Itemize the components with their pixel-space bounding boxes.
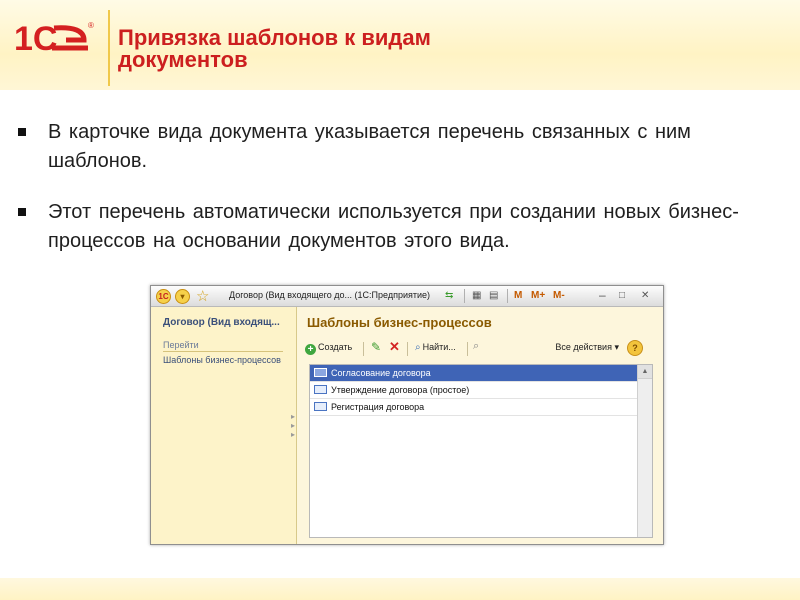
close-icon[interactable]: ✕ [641,289,649,303]
list-item[interactable]: Согласование договора [310,365,637,382]
app-icon[interactable]: 1С [156,289,171,304]
calendar-icon[interactable]: ▦ [472,289,481,303]
list-item-label: Согласование договора [331,368,431,378]
scroll-up-icon[interactable]: ▲ [638,365,652,379]
window-title: Договор (Вид входящего до... (1С:Предпри… [229,290,431,300]
plus-icon: + [305,344,316,355]
template-icon [314,402,327,411]
history-icon[interactable]: ⇆ [445,289,453,303]
nav-item-templates[interactable]: Шаблоны бизнес-процессов [163,355,281,365]
1c-logo: 1С ® [14,20,94,58]
memory-plus-button[interactable]: M+ [531,289,545,303]
bullet-list: В карточке вида документа указывается пе… [18,118,778,278]
svg-text:®: ® [88,21,94,30]
maximize-icon[interactable]: □ [619,289,625,303]
chevron-down-icon: ▾ [614,342,619,352]
nav-header: Перейти [163,340,199,350]
svg-text:1С: 1С [14,20,57,58]
toolbar-divider [363,342,364,356]
form-title: Шаблоны бизнес-процессов [307,315,492,330]
list-item[interactable]: Регистрация договора [310,399,637,416]
bullet-text: В карточке вида документа указывается пе… [48,121,691,172]
document-name: Договор (Вид входящ... [163,317,280,328]
create-label: Создать [318,342,353,352]
panel-splitter[interactable]: ▸ ▸ ▸ [291,412,295,439]
pencil-icon[interactable]: ✎ [371,340,381,354]
window-titlebar: 1С ▾ ☆ Договор (Вид входящего до... (1С:… [151,286,663,307]
list-item[interactable]: Утверждение договора (простое) [310,382,637,399]
star-icon[interactable]: ☆ [196,287,209,305]
minimize-icon[interactable]: – [599,289,606,301]
filter-cancel-icon[interactable]: ⌕ [473,340,479,353]
footer-band [0,578,800,600]
all-actions-label: Все действия [555,342,612,352]
all-actions-menu[interactable]: Все действия ▾ [555,342,619,353]
delete-icon[interactable]: ✕ [389,339,400,355]
slide-title: Привязка шаблонов к видам документов [118,25,431,72]
form-toolbar: + Создать ✎ ✕ ⌕ Найти... ⌕ Все действия ▾ … [305,339,655,358]
list-scrollbar[interactable]: ▲ [637,365,652,537]
find-label: Найти... [422,342,456,352]
toolbar-divider [467,342,468,356]
templates-list[interactable]: Согласование договора Утверждение догово… [309,364,653,538]
template-icon [314,368,327,377]
bullet-text: Этот перечень автоматически используется… [48,201,739,252]
create-button[interactable]: + Создать [305,342,352,355]
toolbar-divider [507,289,508,303]
calculator-icon[interactable]: ▤ [489,289,498,303]
nav-divider [163,351,283,352]
list-item-label: Регистрация договора [331,402,425,412]
bullet-marker [18,128,26,136]
bullet-item: Этот перечень автоматически используется… [18,198,778,256]
chevron-down-icon[interactable]: ▾ [175,289,190,304]
memory-m-button[interactable]: M [514,289,522,303]
memory-minus-button[interactable]: M- [553,289,565,303]
search-icon: ⌕ [415,342,421,353]
navigation-panel: Договор (Вид входящ... Перейти Шаблоны б… [151,307,297,544]
bullet-item: В карточке вида документа указывается пе… [18,118,778,176]
app-window: 1С ▾ ☆ Договор (Вид входящего до... (1С:… [150,285,664,545]
header-divider [108,10,110,86]
find-button[interactable]: ⌕ Найти... [415,342,456,353]
bullet-marker [18,208,26,216]
help-icon[interactable]: ? [627,340,643,356]
toolbar-divider [407,342,408,356]
template-icon [314,385,327,394]
toolbar-divider [464,289,465,303]
slide-header: 1С ® Привязка шаблонов к видам документо… [0,0,800,90]
list-item-label: Утверждение договора (простое) [331,385,470,395]
form-content: Шаблоны бизнес-процессов + Создать ✎ ✕ ⌕ Н… [297,307,663,544]
